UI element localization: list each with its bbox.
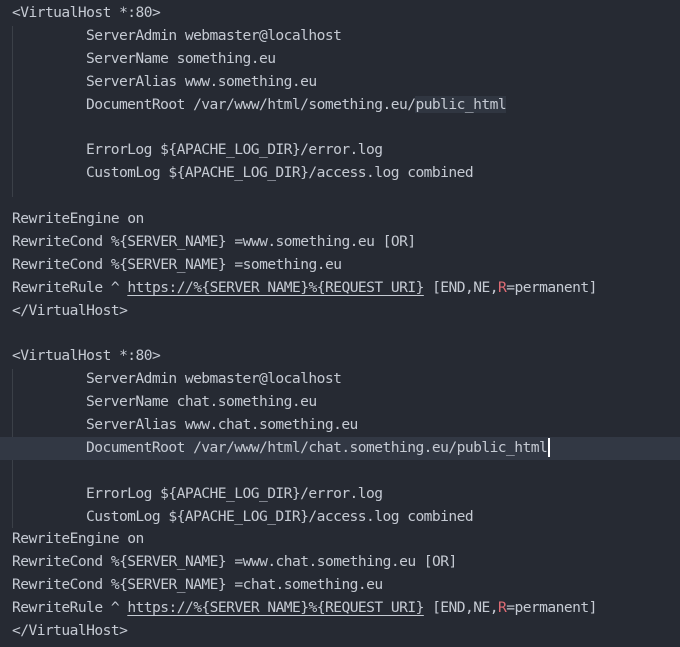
code-line[interactable]: ServerAlias www.chat.something.eu xyxy=(0,414,680,437)
virtualhost-close-tag: </VirtualHost> xyxy=(12,622,128,640)
virtualhost-open-tag: <VirtualHost *:80> xyxy=(12,347,161,365)
rewrite-cond-directive: RewriteCond %{SERVER_NAME} =something.eu xyxy=(12,255,342,273)
rewrite-engine-directive: RewriteEngine on xyxy=(12,530,144,548)
rewrite-rule-keyword: RewriteRule ^ xyxy=(12,278,128,296)
server-alias-directive: ServerAlias www.chat.something.eu xyxy=(86,416,358,434)
code-line[interactable]: CustomLog ${APACHE_LOG_DIR}/access.log c… xyxy=(0,162,680,185)
code-line[interactable]: RewriteCond %{SERVER_NAME} =something.eu xyxy=(0,254,680,277)
server-name-directive: ServerName something.eu xyxy=(86,49,276,67)
rewrite-rule-flags: [END,NE, xyxy=(423,278,498,296)
document-root-directive: DocumentRoot /var/www/html/chat.somethin… xyxy=(86,438,548,456)
code-line[interactable]: RewriteEngine on xyxy=(0,528,680,551)
code-line[interactable] xyxy=(0,185,680,208)
code-line[interactable]: ServerAdmin webmaster@localhost xyxy=(0,25,680,48)
code-line[interactable] xyxy=(0,460,680,483)
code-editor[interactable]: <VirtualHost *:80> ServerAdmin webmaster… xyxy=(0,2,680,643)
code-line[interactable]: ErrorLog ${APACHE_LOG_DIR}/error.log xyxy=(0,483,680,506)
custom-log-directive: CustomLog ${APACHE_LOG_DIR}/access.log c… xyxy=(86,507,474,525)
rewrite-rule-flags-end: =permanent] xyxy=(506,599,597,617)
rewrite-rule-keyword: RewriteRule ^ xyxy=(12,599,128,617)
custom-log-directive: CustomLog ${APACHE_LOG_DIR}/access.log c… xyxy=(86,164,474,182)
code-line[interactable] xyxy=(0,116,680,139)
code-line[interactable]: </VirtualHost> xyxy=(0,300,680,323)
code-line[interactable]: CustomLog ${APACHE_LOG_DIR}/access.log c… xyxy=(0,506,680,529)
document-root-directive: DocumentRoot /var/www/html/something.eu/ xyxy=(86,95,416,113)
code-line[interactable]: DocumentRoot /var/www/html/something.eu/… xyxy=(0,94,680,117)
server-name-directive: ServerName chat.something.eu xyxy=(86,393,317,411)
error-log-directive: ErrorLog ${APACHE_LOG_DIR}/error.log xyxy=(86,141,383,159)
selection-highlight: public_html xyxy=(415,95,507,113)
code-line[interactable]: RewriteCond %{SERVER_NAME} =www.chat.som… xyxy=(0,551,680,574)
rewrite-rule-url-link[interactable]: https://%{SERVER_NAME}%{REQUEST_URI} xyxy=(127,279,424,296)
code-line[interactable]: ServerAlias www.something.eu xyxy=(0,71,680,94)
server-admin-directive: ServerAdmin webmaster@localhost xyxy=(86,26,342,44)
code-line[interactable]: <VirtualHost *:80> xyxy=(0,345,680,368)
code-line[interactable] xyxy=(0,322,680,345)
redirect-flag: R xyxy=(497,599,507,617)
code-line[interactable]: ServerName chat.something.eu xyxy=(0,391,680,414)
active-code-line[interactable]: DocumentRoot /var/www/html/chat.somethin… xyxy=(0,436,680,460)
redirect-flag: R xyxy=(497,278,507,296)
code-line[interactable]: <VirtualHost *:80> xyxy=(0,2,680,25)
rewrite-cond-directive: RewriteCond %{SERVER_NAME} =chat.somethi… xyxy=(12,576,383,594)
code-line[interactable]: RewriteRule ^ https://%{SERVER_NAME}%{RE… xyxy=(0,597,680,620)
code-line[interactable]: RewriteCond %{SERVER_NAME} =chat.somethi… xyxy=(0,574,680,597)
virtualhost-open-tag: <VirtualHost *:80> xyxy=(12,4,161,21)
code-line[interactable]: ServerAdmin webmaster@localhost xyxy=(0,368,680,391)
code-line[interactable]: ErrorLog ${APACHE_LOG_DIR}/error.log xyxy=(0,139,680,162)
code-line[interactable]: RewriteCond %{SERVER_NAME} =www.somethin… xyxy=(0,231,680,254)
rewrite-rule-flags: [END,NE, xyxy=(423,599,498,617)
code-line[interactable]: RewriteRule ^ https://%{SERVER_NAME}%{RE… xyxy=(0,277,680,300)
rewrite-cond-directive: RewriteCond %{SERVER_NAME} =www.chat.som… xyxy=(12,553,457,571)
rewrite-cond-directive: RewriteCond %{SERVER_NAME} =www.somethin… xyxy=(12,232,416,250)
code-line[interactable]: ServerName something.eu xyxy=(0,48,680,71)
virtualhost-close-tag: </VirtualHost> xyxy=(12,301,128,319)
rewrite-rule-flags-end: =permanent] xyxy=(506,278,597,296)
rewrite-rule-url-link[interactable]: https://%{SERVER_NAME}%{REQUEST_URI} xyxy=(127,599,424,616)
code-line[interactable]: </VirtualHost> xyxy=(0,620,680,643)
code-line[interactable]: RewriteEngine on xyxy=(0,208,680,231)
text-cursor xyxy=(548,438,551,458)
server-alias-directive: ServerAlias www.something.eu xyxy=(86,72,317,90)
server-admin-directive: ServerAdmin webmaster@localhost xyxy=(86,370,342,388)
rewrite-engine-directive: RewriteEngine on xyxy=(12,210,144,228)
error-log-directive: ErrorLog ${APACHE_LOG_DIR}/error.log xyxy=(86,484,383,502)
